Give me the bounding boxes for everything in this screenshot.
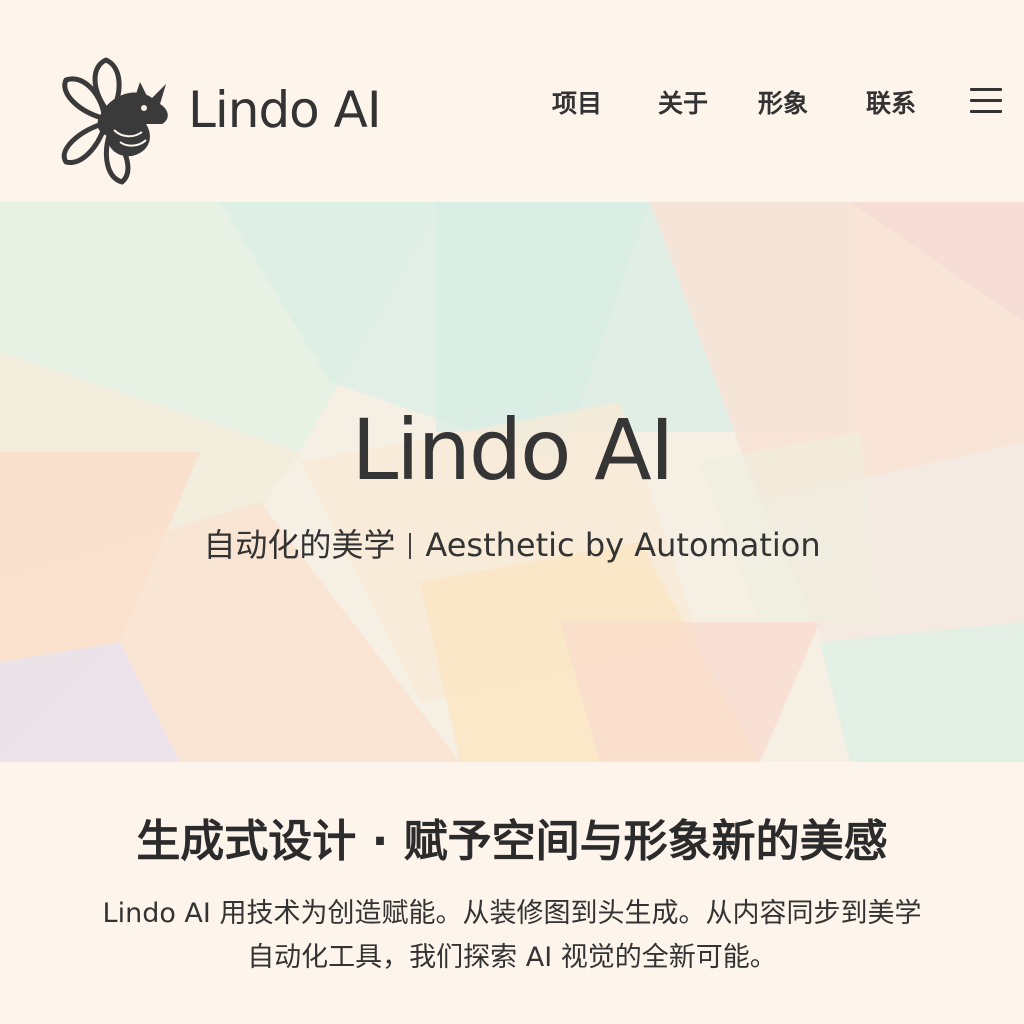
main-nav: 项目 关于 形象 联系 bbox=[0, 86, 1024, 126]
hamburger-menu-icon[interactable] bbox=[970, 88, 1002, 114]
nav-item-about[interactable]: 关于 bbox=[658, 86, 708, 122]
intro-section: 生成式设计 · 赋予空间与形象新的美感 Lindo AI 用技术为创造赋能。从装… bbox=[0, 762, 1024, 1024]
section-title: 生成式设计 · 赋予空间与形象新的美感 bbox=[136, 816, 888, 867]
section-body: Lindo AI 用技术为创造赋能。从装修图到头生成。从内容同步到美学 自动化工… bbox=[90, 892, 934, 980]
section-body-line-1: Lindo AI 用技术为创造赋能。从装修图到头生成。从内容同步到美学 bbox=[102, 898, 922, 929]
section-body-line-2: 自动化工具，我们探索 AI 视觉的全新可能。 bbox=[247, 942, 777, 973]
subtitle-divider bbox=[409, 533, 412, 559]
nav-item-contact[interactable]: 联系 bbox=[866, 86, 916, 122]
hero-subtitle-cn: 自动化的美学 bbox=[203, 526, 396, 564]
hero-subtitle: 自动化的美学 Aesthetic by Automation bbox=[0, 524, 1024, 566]
hero-subtitle-en: Aesthetic by Automation bbox=[425, 526, 821, 564]
hero-banner: Lindo AI 自动化的美学 Aesthetic by Automation bbox=[0, 202, 1024, 762]
site-header: Lindo AI 项目 关于 形象 联系 bbox=[0, 0, 1024, 202]
hero-title: Lindo AI bbox=[351, 401, 674, 499]
nav-item-image[interactable]: 形象 bbox=[758, 86, 808, 122]
nav-item-projects[interactable]: 项目 bbox=[552, 86, 602, 122]
